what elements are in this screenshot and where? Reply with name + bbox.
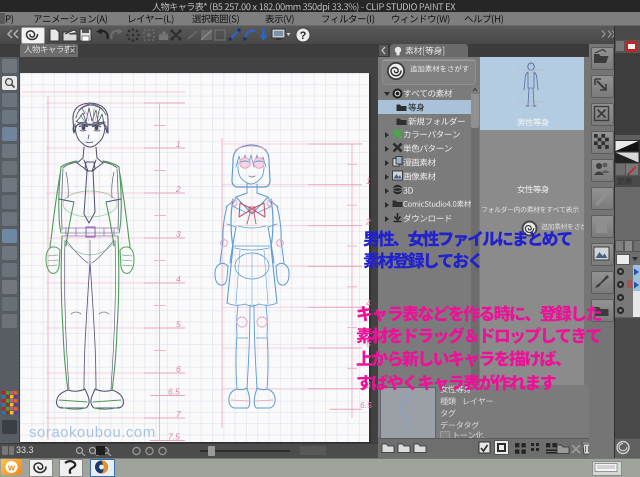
svg-text:w: w — [7, 463, 16, 473]
